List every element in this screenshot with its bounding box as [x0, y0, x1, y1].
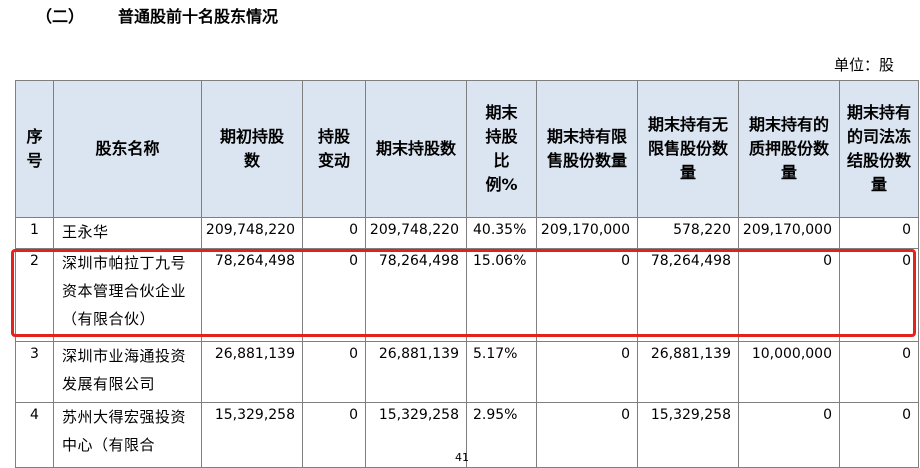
- frozen-shares: 0: [839, 248, 919, 342]
- shareholder-name: 苏州大得宏强投资中心（有限合: [53, 402, 202, 468]
- row-index: 4: [15, 402, 54, 468]
- restricted-shares: 0: [536, 248, 638, 342]
- row-index: 2: [15, 248, 54, 342]
- header-restricted-shares: 期末持有限售股份数量: [536, 80, 638, 218]
- begin-shares: 209,748,220: [201, 217, 303, 249]
- end-ratio: 5.17%: [466, 341, 537, 403]
- table-header-row: 序号 股东名称 期初持股数 持股变动 期末持股数 期末持股比例% 期末持有限售股…: [15, 80, 919, 218]
- pledged-shares: 10,000,000: [738, 341, 840, 403]
- restricted-shares: 0: [536, 402, 638, 468]
- end-ratio: 15.06%: [466, 248, 537, 342]
- frozen-shares: 0: [839, 217, 919, 249]
- unrestricted-shares: 78,264,498: [637, 248, 739, 342]
- header-end-shares: 期末持股数: [365, 80, 467, 218]
- begin-shares: 78,264,498: [201, 248, 303, 342]
- share-change: 0: [302, 248, 366, 342]
- share-change: 0: [302, 217, 366, 249]
- header-pledged-shares: 期末持有的质押股份数量: [738, 80, 840, 218]
- section-title: 普通股前十名股东情况: [118, 7, 279, 26]
- unit-label: 单位：股: [833, 56, 894, 74]
- section-heading: （二） 普通股前十名股东情况: [36, 4, 278, 30]
- share-change: 0: [302, 402, 366, 468]
- unrestricted-shares: 15,329,258: [637, 402, 739, 468]
- frozen-shares: 0: [839, 402, 919, 468]
- begin-shares: 15,329,258: [201, 402, 303, 468]
- end-shares: 78,264,498: [365, 248, 467, 342]
- end-ratio: 2.95%: [466, 402, 537, 468]
- row-index: 3: [15, 341, 54, 403]
- header-share-change: 持股变动: [302, 80, 366, 218]
- pledged-shares: 209,170,000: [738, 217, 840, 249]
- shareholder-name: 深圳市帕拉丁九号资本管理合伙企业（有限合伙）: [53, 248, 202, 342]
- restricted-shares: 209,170,000: [536, 217, 638, 249]
- begin-shares: 26,881,139: [201, 341, 303, 403]
- end-shares: 15,329,258: [365, 402, 467, 468]
- pledged-shares: 0: [738, 248, 840, 342]
- shareholder-name: 深圳市业海通投资发展有限公司: [53, 341, 202, 403]
- header-index: 序号: [15, 80, 54, 218]
- frozen-shares: 0: [839, 341, 919, 403]
- header-begin-shares: 期初持股数: [201, 80, 303, 218]
- unrestricted-shares: 26,881,139: [637, 341, 739, 403]
- table-row: 1 王永华 209,748,220 0 209,748,220 40.35% 2…: [15, 217, 919, 249]
- unrestricted-shares: 578,220: [637, 217, 739, 249]
- table-row: 2 深圳市帕拉丁九号资本管理合伙企业（有限合伙） 78,264,498 0 78…: [15, 248, 919, 342]
- pledged-shares: 0: [738, 402, 840, 468]
- table-row: 3 深圳市业海通投资发展有限公司 26,881,139 0 26,881,139…: [15, 341, 919, 403]
- header-unrestricted-shares: 期末持有无限售股份数量: [637, 80, 739, 218]
- end-shares: 26,881,139: [365, 341, 467, 403]
- end-shares: 209,748,220: [365, 217, 467, 249]
- header-end-ratio: 期末持股比例%: [466, 80, 537, 218]
- row-index: 1: [15, 217, 54, 249]
- top-ten-shareholders-table: 序号 股东名称 期初持股数 持股变动 期末持股数 期末持股比例% 期末持有限售股…: [15, 80, 919, 468]
- end-ratio: 40.35%: [466, 217, 537, 249]
- section-number: （二）: [36, 7, 85, 26]
- restricted-shares: 0: [536, 341, 638, 403]
- header-shareholder-name: 股东名称: [53, 80, 202, 218]
- header-frozen-shares: 期末持有的司法冻结股份数量: [839, 80, 919, 218]
- page-number: 41: [455, 451, 469, 464]
- shareholder-name: 王永华: [53, 217, 202, 249]
- share-change: 0: [302, 341, 366, 403]
